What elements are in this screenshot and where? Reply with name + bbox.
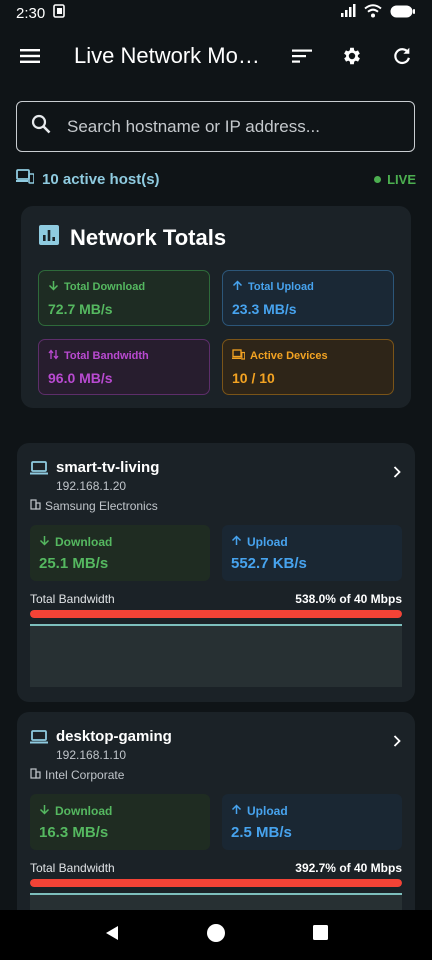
- status-time: 2:30: [16, 4, 46, 22]
- bandwidth-progress-fill: [30, 610, 402, 618]
- total-download-label: Total Download: [64, 281, 146, 293]
- analytics-chart-icon: [38, 224, 60, 251]
- computer-icon: [30, 730, 48, 749]
- host-ip: 192.168.1.20: [56, 479, 127, 493]
- host-name: smart-tv-living: [56, 459, 160, 476]
- host-vendor: Intel Corporate: [45, 768, 125, 782]
- download-rate: Download 16.3 MB/s: [30, 794, 210, 850]
- arrow-down-icon: [39, 535, 50, 549]
- sim-card-icon: [53, 4, 66, 22]
- search-icon: [31, 114, 51, 139]
- live-label: LIVE: [387, 171, 416, 187]
- arrow-down-icon: [39, 804, 50, 818]
- sort-icon[interactable]: [286, 40, 318, 72]
- business-icon: [30, 768, 41, 782]
- live-dot-icon: [374, 175, 382, 183]
- refresh-icon[interactable]: [386, 40, 418, 72]
- active-devices-value: 10 / 10: [232, 370, 275, 386]
- upload-rate: Upload 2.5 MB/s: [222, 794, 402, 850]
- host-card[interactable]: desktop-gaming 192.168.1.10 Intel Corpor…: [17, 712, 415, 956]
- download-value: 25.1 MB/s: [39, 555, 109, 572]
- arrow-up-icon: [232, 280, 243, 294]
- bandwidth-label: Total Bandwidth: [30, 592, 115, 606]
- home-icon[interactable]: [206, 923, 226, 948]
- network-totals-card: Network Totals Total Download 72.7 MB/s …: [21, 206, 411, 408]
- download-value: 16.3 MB/s: [39, 824, 109, 841]
- bandwidth-usage: 538.0% of 40 Mbps: [295, 592, 402, 606]
- status-bar: 2:30: [0, 0, 432, 26]
- back-icon[interactable]: [103, 924, 121, 947]
- active-hosts-count: 10 active host(s): [42, 170, 160, 188]
- traffic-sparkline: [30, 624, 402, 687]
- bandwidth-label: Total Bandwidth: [30, 861, 115, 875]
- total-bandwidth-stat: Total Bandwidth 96.0 MB/s: [38, 339, 210, 395]
- bandwidth-progress-fill: [30, 879, 402, 887]
- cell-signal-icon: [340, 4, 356, 22]
- bandwidth-progress-bar: [30, 879, 402, 887]
- arrow-down-icon: [48, 280, 59, 294]
- host-ip: 192.168.1.10: [56, 748, 127, 762]
- host-vendor: Samsung Electronics: [45, 499, 158, 513]
- total-download-stat: Total Download 72.7 MB/s: [38, 270, 210, 326]
- upload-label: Upload: [247, 535, 288, 549]
- hosts-summary-row: 10 active host(s) LIVE: [16, 168, 416, 190]
- bandwidth-progress-bar: [30, 610, 402, 618]
- business-icon: [30, 499, 41, 513]
- bandwidth-usage: 392.7% of 40 Mbps: [295, 861, 402, 875]
- app-title: Live Network Monitor: [74, 43, 270, 68]
- live-indicator: LIVE: [374, 172, 416, 187]
- download-label: Download: [55, 804, 113, 818]
- total-bandwidth-value: 96.0 MB/s: [48, 370, 113, 386]
- network-totals-title: Network Totals: [70, 224, 227, 250]
- menu-icon[interactable]: [14, 40, 46, 72]
- devices-icon: [16, 169, 35, 189]
- chevron-right-icon[interactable]: [392, 465, 402, 484]
- chevron-right-icon[interactable]: [392, 734, 402, 753]
- battery-icon: [390, 5, 416, 22]
- download-rate: Download 25.1 MB/s: [30, 525, 210, 581]
- search-input[interactable]: [67, 116, 387, 137]
- total-upload-stat: Total Upload 23.3 MB/s: [222, 270, 394, 326]
- devices-icon: [232, 349, 246, 363]
- active-devices-stat: Active Devices 10 / 10: [222, 339, 394, 395]
- arrow-up-icon: [231, 804, 242, 818]
- host-name: desktop-gaming: [56, 728, 172, 745]
- total-bandwidth-label: Total Bandwidth: [64, 350, 149, 362]
- wifi-icon: [364, 4, 382, 22]
- upload-rate: Upload 552.7 KB/s: [222, 525, 402, 581]
- host-card[interactable]: smart-tv-living 192.168.1.20 Samsung Ele…: [17, 443, 415, 702]
- total-upload-label: Total Upload: [248, 281, 314, 293]
- total-upload-value: 23.3 MB/s: [232, 301, 297, 317]
- recents-icon[interactable]: [312, 924, 329, 946]
- app-bar: Live Network Monitor: [0, 30, 432, 82]
- upload-label: Upload: [247, 804, 288, 818]
- active-devices-label: Active Devices: [250, 350, 328, 362]
- arrow-up-icon: [231, 535, 242, 549]
- settings-gear-icon[interactable]: [336, 40, 368, 72]
- download-label: Download: [55, 535, 113, 549]
- upload-value: 2.5 MB/s: [231, 824, 292, 841]
- computer-icon: [30, 461, 48, 480]
- search-field[interactable]: [16, 101, 415, 152]
- total-download-value: 72.7 MB/s: [48, 301, 113, 317]
- upload-value: 552.7 KB/s: [231, 555, 307, 572]
- system-navigation-bar: [0, 910, 432, 960]
- swap-vert-icon: [48, 349, 59, 363]
